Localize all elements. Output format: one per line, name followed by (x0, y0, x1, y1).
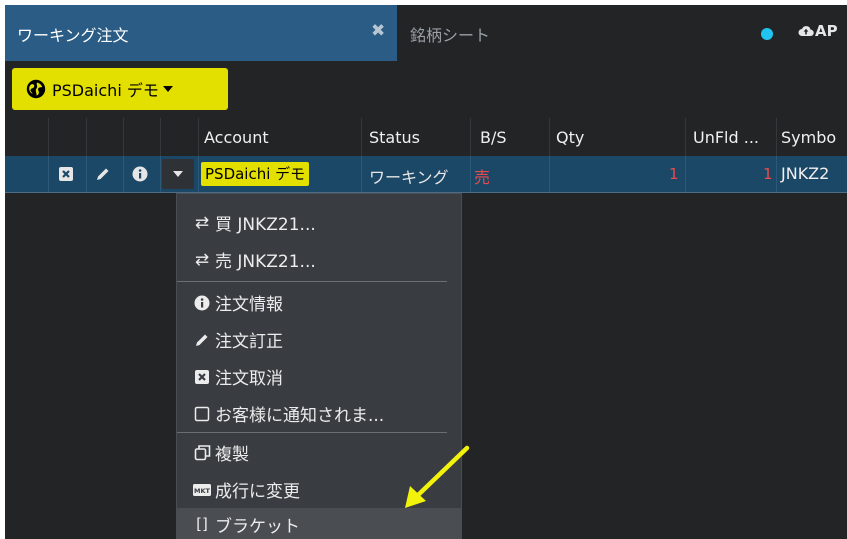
pencil-icon (193, 331, 211, 349)
connection-status-icon (761, 28, 773, 40)
menu-item-label: 売 JNKZ21... (215, 252, 316, 272)
menu-item-label: 注文訂正 (215, 332, 283, 352)
cloud-upload-icon[interactable] (798, 25, 814, 37)
checkbox-icon (193, 405, 211, 423)
column-header-unfilled[interactable]: UnFld ... (693, 128, 759, 147)
tab-working-orders-label: ワーキング注文 (17, 26, 129, 45)
menu-item-label: 成行に変更 (215, 482, 300, 502)
menu-item-label: 注文取消 (215, 369, 283, 389)
menu-item-label: 注文情報 (215, 295, 283, 315)
mkt-icon: MKT (193, 481, 211, 499)
globe-icon (26, 79, 46, 99)
column-header-buy-sell[interactable]: B/S (480, 128, 507, 147)
menu-item-sell[interactable]: ⇄ 売 JNKZ21... (177, 241, 447, 278)
cancel-box-icon (193, 368, 211, 386)
api-label[interactable]: AP (815, 22, 838, 40)
swap-icon: ⇄ (194, 249, 210, 270)
row-actions-dropdown-button[interactable] (162, 159, 194, 189)
close-icon[interactable]: ✖ (371, 21, 385, 41)
menu-divider (177, 281, 447, 282)
caret-down-icon (162, 86, 173, 92)
tab-working-orders[interactable]: ワーキング注文 ✖ (5, 5, 397, 61)
svg-text:MKT: MKT (194, 486, 211, 494)
row-qty: 1 (669, 165, 679, 183)
row-buy-sell: 売 (474, 168, 491, 187)
bracket-icon: [] (196, 515, 208, 533)
menu-item-order-info[interactable]: 注文情報 (177, 284, 447, 321)
info-icon (193, 294, 211, 312)
swap-icon: ⇄ (194, 212, 210, 233)
row-account: PSDaichi デモ (201, 162, 310, 186)
menu-item-buy[interactable]: ⇄ 買 JNKZ21... (177, 204, 447, 241)
pencil-icon[interactable] (95, 166, 111, 182)
menu-item-label: 複製 (215, 445, 249, 465)
info-icon[interactable] (132, 166, 148, 182)
menu-item-label: ブラケット (215, 516, 300, 537)
row-unfilled: 1 (763, 165, 773, 183)
table-row[interactable]: PSDaichi デモ ワーキング 売 1 1 JNKZ2 (5, 156, 847, 193)
cancel-order-icon[interactable] (58, 166, 74, 182)
menu-item-cancel-order[interactable]: 注文取消 (177, 358, 447, 395)
column-header-symbol[interactable]: Symbo (781, 128, 836, 147)
column-header-account[interactable]: Account (204, 128, 269, 147)
account-selector-label: PSDaichi デモ (52, 81, 159, 100)
table-header: Account Status B/S Qty UnFld ... Symbo (5, 118, 847, 157)
tab-bar: ワーキング注文 ✖ 銘柄シート AP (5, 5, 847, 61)
menu-item-modify-order[interactable]: 注文訂正 (177, 321, 447, 358)
caret-down-icon (173, 171, 183, 177)
account-selector-button[interactable]: PSDaichi デモ (12, 68, 228, 110)
column-header-status[interactable]: Status (369, 128, 420, 147)
duplicate-icon (193, 444, 211, 462)
menu-item-label: 買 JNKZ21... (215, 215, 316, 235)
row-status: ワーキング (369, 168, 449, 187)
row-symbol: JNKZ2 (781, 164, 830, 183)
tab-symbol-sheet[interactable]: 銘柄シート (410, 22, 490, 46)
menu-divider (177, 432, 447, 433)
column-header-qty[interactable]: Qty (556, 128, 584, 147)
menu-item-notify-customer[interactable]: お客様に通知されま... (177, 395, 447, 432)
menu-item-label: お客様に通知されま... (215, 406, 385, 426)
annotation-arrow-icon (405, 445, 470, 508)
